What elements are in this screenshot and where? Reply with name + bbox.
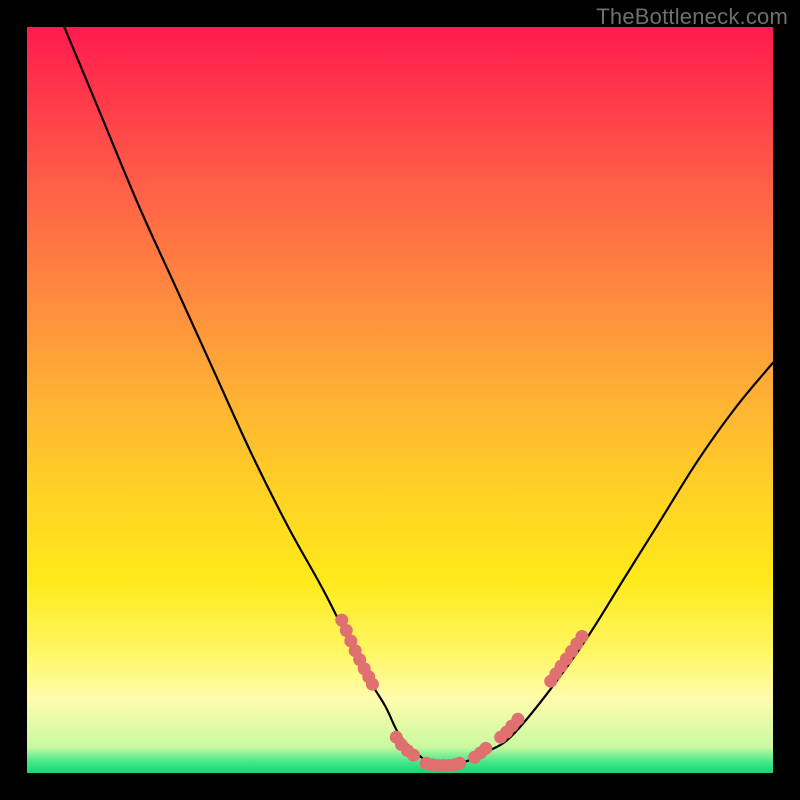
marker-dot [511,713,524,726]
chart-svg [27,27,773,773]
marker-dot [479,742,492,755]
plot-area [27,27,773,773]
marker-dot [576,630,589,643]
marker-dot [407,749,420,762]
marker-dot [453,757,466,770]
bottleneck-curve [64,27,773,767]
watermark-text: TheBottleneck.com [596,4,788,30]
curve-layer [64,27,773,767]
marker-dot [366,678,379,691]
marker-cluster-layer [335,614,588,772]
chart-frame: TheBottleneck.com [0,0,800,800]
